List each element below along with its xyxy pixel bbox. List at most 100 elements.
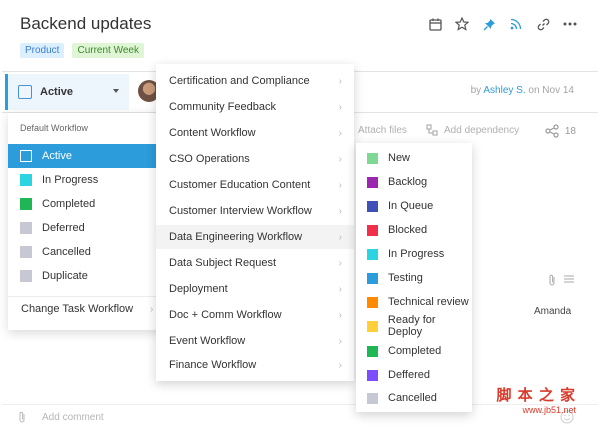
status-checkbox-icon — [20, 150, 32, 162]
caret-down-icon — [113, 89, 119, 93]
workflow-item[interactable]: Event Workflow › — [156, 329, 354, 353]
paperclip-icon[interactable] — [548, 274, 556, 286]
task-title: Backend updates — [20, 14, 152, 33]
workflow-status-label: New — [388, 152, 411, 164]
tag-list: Product Current Week — [20, 43, 144, 58]
workflow-item-label: Event Workflow — [169, 335, 246, 347]
workflow-item-label: Doc + Comm Workflow — [169, 309, 282, 321]
attach-files-button[interactable]: Attach files — [358, 125, 407, 136]
share-count: 18 — [564, 125, 576, 137]
chevron-right-icon: › — [338, 283, 342, 295]
status-option-label: Active — [42, 150, 72, 162]
workflow-status-option[interactable]: Backlog — [356, 170, 472, 194]
workflow-status-option[interactable]: Completed — [356, 339, 472, 363]
workflow-item[interactable]: Community Feedback › — [156, 95, 354, 119]
status-color-swatch — [367, 152, 378, 164]
rss-icon[interactable] — [508, 16, 524, 32]
list-icon[interactable] — [564, 274, 574, 284]
subtask-icons — [548, 274, 574, 286]
workflow-item-label: Data Engineering Workflow — [169, 231, 303, 243]
workflow-item[interactable]: CSO Operations › — [156, 147, 354, 171]
paperclip-icon[interactable] — [18, 411, 26, 423]
status-option-label: Completed — [42, 198, 96, 210]
chevron-right-icon: › — [338, 153, 342, 165]
workflow-status-option[interactable]: Cancelled — [356, 386, 472, 410]
byline-date: on Nov 14 — [528, 85, 574, 96]
chevron-right-icon: › — [150, 304, 154, 315]
workflow-status-label: Backlog — [388, 176, 428, 188]
workflow-item[interactable]: Customer Interview Workflow › — [156, 199, 354, 223]
workflow-item[interactable]: Customer Education Content › — [156, 173, 354, 197]
author-link[interactable]: Ashley S. — [483, 85, 525, 96]
status-option-label: Deferred — [42, 222, 85, 234]
workflow-status-option[interactable]: Testing — [356, 266, 472, 290]
workflow-status-option[interactable]: Deffered — [356, 363, 472, 387]
workflow-item[interactable]: Certification and Compliance › — [156, 69, 354, 93]
more-icon[interactable] — [562, 16, 578, 32]
status-color-swatch — [20, 222, 32, 234]
star-icon[interactable] — [454, 16, 470, 32]
pin-icon[interactable] — [481, 16, 497, 32]
calendar-icon[interactable] — [427, 16, 443, 32]
workflow-status-option[interactable]: Ready for Deploy — [356, 314, 472, 338]
assignee-name[interactable]: Amanda — [534, 306, 571, 317]
workflow-item-label: Deployment — [169, 283, 228, 295]
workflow-status-option[interactable]: Blocked — [356, 218, 472, 242]
task-toolbar — [427, 16, 578, 32]
workflow-item-highlighted[interactable]: Data Engineering Workflow › — [156, 225, 354, 249]
status-option-completed[interactable]: Completed — [8, 192, 162, 216]
workflow-item-label: Finance Workflow — [169, 359, 257, 371]
workflow-status-label: In Progress — [388, 248, 445, 260]
share-button[interactable]: 18 — [545, 124, 576, 138]
status-color-swatch — [20, 198, 32, 210]
workflow-item[interactable]: Data Subject Request › — [156, 251, 354, 275]
status-color-swatch — [20, 174, 32, 186]
status-color-swatch — [367, 320, 378, 332]
workflow-header: Default Workflow — [20, 123, 88, 133]
workflow-item[interactable]: Content Workflow › — [156, 121, 354, 145]
workflow-item-label: Community Feedback — [169, 101, 276, 113]
status-option-in-progress[interactable]: In Progress — [8, 168, 162, 192]
workflow-item[interactable]: Doc + Comm Workflow › — [156, 303, 354, 327]
change-task-workflow-item[interactable]: Change Task Workflow — [21, 303, 133, 315]
workflow-status-option[interactable]: In Progress — [356, 242, 472, 266]
workflow-item[interactable]: Finance Workflow › — [156, 353, 354, 377]
workflow-status-label: Completed — [388, 345, 442, 357]
status-current-label: Active — [40, 86, 74, 98]
share-icon — [545, 124, 559, 138]
watermark-url: www.jb51.net — [522, 405, 576, 415]
status-option-deferred[interactable]: Deferred — [8, 216, 162, 240]
status-color-swatch — [367, 200, 378, 212]
workflow-status-option[interactable]: In Queue — [356, 194, 472, 218]
status-checkbox-icon — [18, 85, 32, 99]
tag-current-week[interactable]: Current Week — [72, 43, 144, 58]
status-color-swatch — [20, 246, 32, 258]
workflow-status-label: In Queue — [388, 200, 434, 212]
workflow-status-option[interactable]: Technical review — [356, 290, 472, 314]
status-color-swatch — [367, 369, 378, 381]
comment-input[interactable]: Add comment — [42, 412, 104, 423]
workflow-status-label: Blocked — [388, 224, 428, 236]
status-dropdown-button[interactable]: Active — [5, 74, 129, 110]
workflow-status-option[interactable]: New — [356, 146, 472, 170]
chevron-right-icon: › — [338, 75, 342, 87]
workflow-item[interactable]: Deployment › — [156, 277, 354, 301]
workflow-item-label: Data Subject Request — [169, 257, 277, 269]
add-dependency-button[interactable]: Add dependency — [426, 124, 519, 136]
status-color-swatch — [20, 270, 32, 282]
status-color-swatch — [367, 248, 378, 260]
status-color-swatch — [367, 272, 378, 284]
workflow-status-label: Technical review — [388, 296, 469, 308]
workflow-status-label: Deffered — [388, 369, 430, 381]
status-option-cancelled[interactable]: Cancelled — [8, 240, 162, 264]
tag-product[interactable]: Product — [20, 43, 65, 58]
status-option-active[interactable]: Active — [8, 144, 162, 168]
status-color-swatch — [367, 296, 378, 308]
link-icon[interactable] — [535, 16, 551, 32]
workflow-item-label: CSO Operations — [169, 153, 250, 165]
workflow-status-label: Testing — [388, 272, 423, 284]
workflow-status-label: Cancelled — [388, 392, 437, 404]
status-option-duplicate[interactable]: Duplicate — [8, 264, 162, 288]
watermark: 脚 本 之 家 — [496, 387, 576, 404]
status-dropdown-menu: Default Workflow Active In Progress Comp… — [8, 113, 162, 330]
